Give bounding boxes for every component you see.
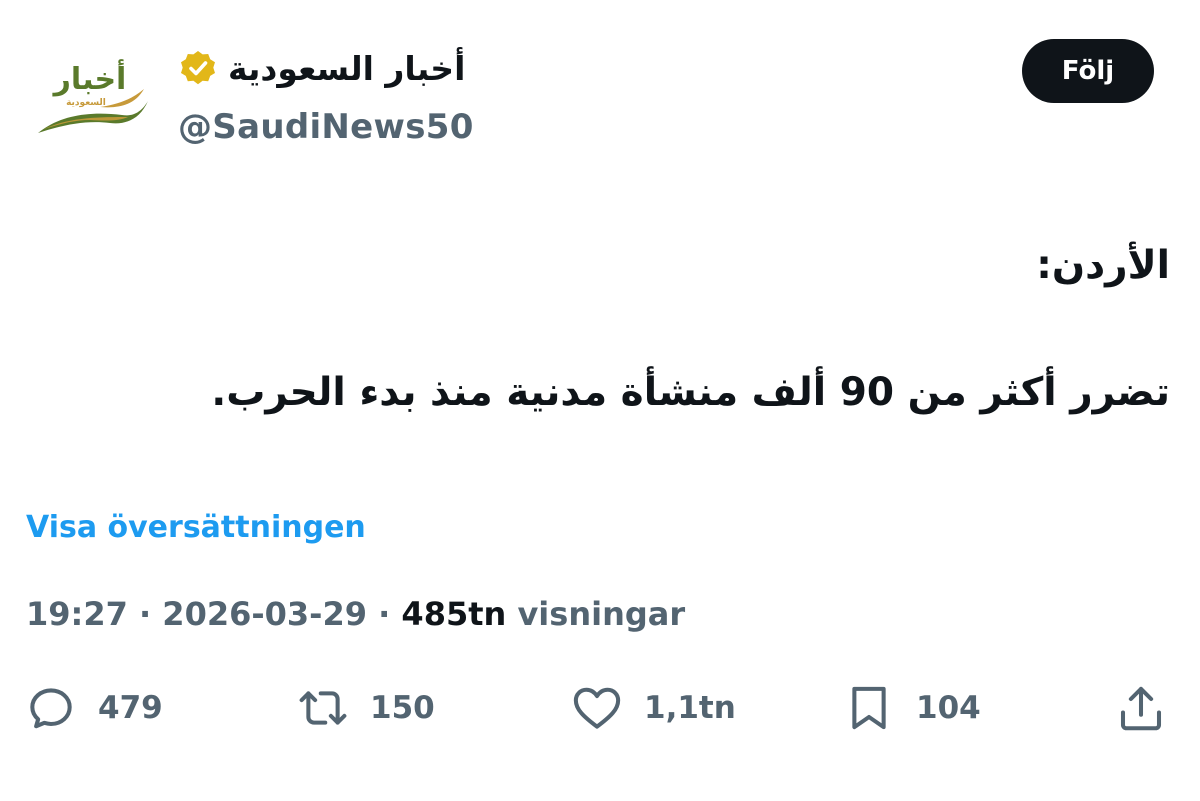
tweet-text: الأردن: تضرر أكثر من 90 ألف منشأة مدنية … [30, 236, 1170, 423]
retweet-count: 150 [370, 690, 435, 726]
views-label: visningar [506, 595, 686, 633]
retweet-button[interactable]: 150 [296, 680, 435, 736]
share-button[interactable] [1114, 680, 1168, 736]
heart-icon [573, 687, 621, 729]
svg-text:أخبار: أخبار [52, 59, 127, 97]
retweet-icon [299, 691, 347, 725]
meta-separator: · [366, 595, 402, 633]
tweet-card: أخبار السعودية أخبار السعودية @SaudiNews… [0, 0, 1200, 801]
show-translation-link[interactable]: Visa översättningen [26, 506, 366, 550]
bookmark-count: 104 [916, 690, 981, 726]
tweet-time[interactable]: 19:27 [26, 595, 128, 633]
views-count: 485tn [401, 595, 507, 633]
tweet-text-line: الأردن: [1036, 243, 1170, 288]
author-name-row[interactable]: أخبار السعودية [178, 46, 465, 92]
svg-text:السعودية: السعودية [66, 98, 106, 108]
like-count: 1,1tn [644, 690, 736, 726]
bookmark-button[interactable]: 104 [842, 680, 981, 736]
tweet-text-line: تضرر أكثر من 90 ألف منشأة مدنية منذ بدء … [211, 370, 1170, 415]
follow-button[interactable]: Följ [1022, 39, 1154, 103]
reply-icon [30, 688, 72, 729]
verified-badge-icon [181, 51, 215, 85]
author-display-name[interactable]: أخبار السعودية [228, 46, 465, 92]
tweet-date[interactable]: 2026-03-29 [162, 595, 367, 633]
tweet-meta: 19:27 · 2026-03-29 · 485tn visningar [26, 591, 685, 637]
bookmark-icon [852, 686, 886, 730]
avatar[interactable]: أخبار السعودية [30, 45, 150, 145]
share-icon [1120, 686, 1162, 731]
meta-separator: · [127, 595, 163, 633]
reply-button[interactable]: 479 [24, 680, 163, 736]
author-handle[interactable]: @SaudiNews50 [178, 104, 474, 150]
reply-count: 479 [98, 690, 163, 726]
saudi-news-logo-icon: أخبار السعودية [38, 59, 148, 133]
like-button[interactable]: 1,1tn [570, 680, 736, 736]
action-bar: 479 150 1,1tn 104 [0, 680, 1200, 736]
